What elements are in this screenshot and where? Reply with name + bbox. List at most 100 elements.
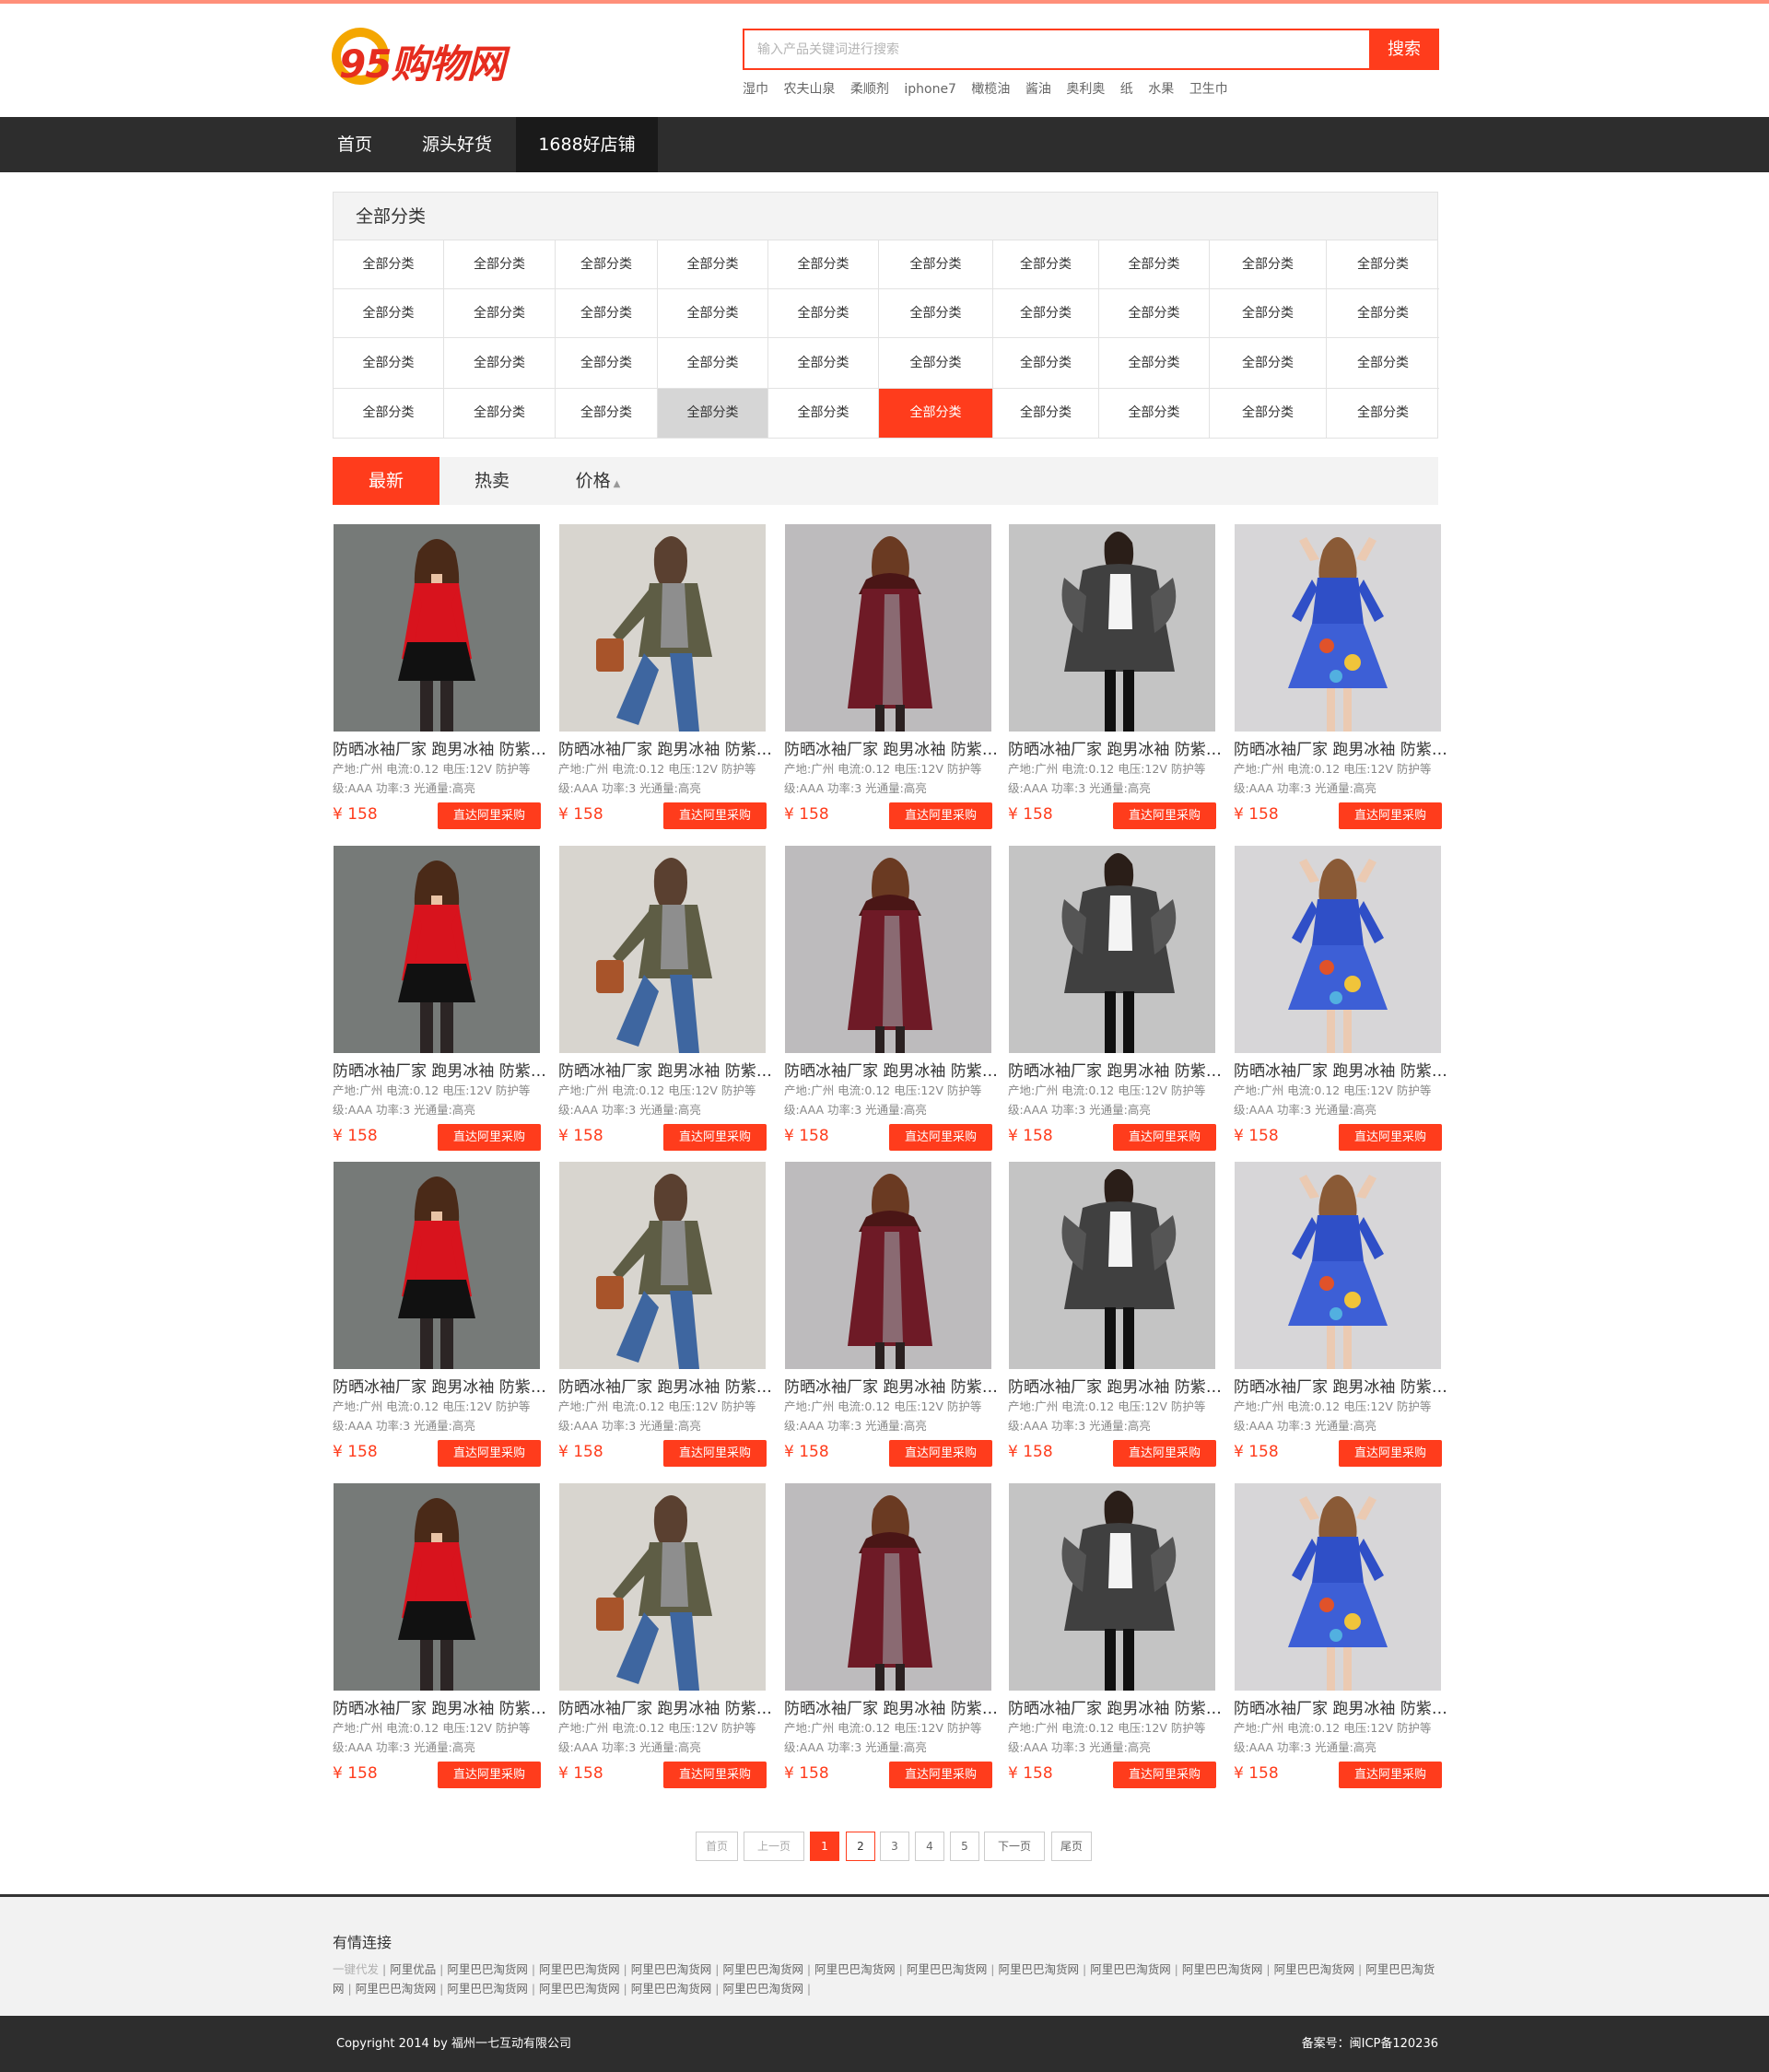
category-cell[interactable]: 全部分类 — [768, 289, 879, 338]
category-cell[interactable]: 全部分类 — [993, 240, 1099, 289]
sort-hot-tab[interactable]: 热卖 — [439, 457, 545, 505]
hot-keyword[interactable]: 橄榄油 — [971, 82, 1010, 97]
hot-keyword[interactable]: 农夫山泉 — [783, 82, 835, 97]
site-logo[interactable]: 95购物网 — [332, 24, 521, 88]
friend-link[interactable]: 阿里巴巴淘货网 — [447, 1982, 528, 1996]
friend-link[interactable]: 阿里巴巴淘货网 — [539, 1962, 620, 1976]
product-image[interactable] — [334, 524, 540, 732]
category-cell[interactable]: 全部分类 — [444, 240, 556, 289]
friend-link[interactable]: 阿里巴巴淘货网 — [722, 1982, 803, 1996]
buy-on-1688-button[interactable]: 直达阿里采购 — [889, 1124, 992, 1151]
product-card[interactable]: 防晒冰袖厂家 跑男冰袖 防紫外线冰袖产地:广州 电流:0.12 电压:12V 防… — [1008, 1483, 1222, 1791]
category-cell[interactable]: 全部分类 — [556, 289, 658, 338]
category-cell[interactable]: 全部分类 — [334, 240, 444, 289]
product-image[interactable] — [559, 524, 766, 732]
category-cell[interactable]: 全部分类 — [1099, 389, 1210, 438]
product-title[interactable]: 防晒冰袖厂家 跑男冰袖 防紫外线冰袖 — [1008, 1058, 1222, 1081]
product-title[interactable]: 防晒冰袖厂家 跑男冰袖 防紫外线冰袖 — [333, 1695, 546, 1718]
product-image[interactable] — [559, 846, 766, 1053]
nav-item-home[interactable]: 首页 — [333, 117, 377, 172]
buy-on-1688-button[interactable]: 直达阿里采购 — [438, 1124, 541, 1151]
product-title[interactable]: 防晒冰袖厂家 跑男冰袖 防紫外线冰袖 — [784, 736, 998, 759]
page-number-3[interactable]: 3 — [880, 1832, 909, 1861]
product-title[interactable]: 防晒冰袖厂家 跑男冰袖 防紫外线冰袖 — [1234, 1058, 1447, 1081]
product-title[interactable]: 防晒冰袖厂家 跑男冰袖 防紫外线冰袖 — [784, 1695, 998, 1718]
friend-link[interactable]: 阿里巴巴淘货网 — [1182, 1962, 1263, 1976]
category-cell[interactable]: 全部分类 — [1210, 289, 1327, 338]
product-card[interactable]: 防晒冰袖厂家 跑男冰袖 防紫外线冰袖产地:广州 电流:0.12 电压:12V 防… — [558, 524, 772, 832]
category-cell[interactable]: 全部分类 — [879, 240, 993, 289]
product-image[interactable] — [1009, 524, 1215, 732]
page-number-4[interactable]: 4 — [915, 1832, 944, 1861]
hot-keyword[interactable]: 湿巾 — [743, 82, 768, 97]
category-cell[interactable]: 全部分类 — [556, 240, 658, 289]
category-cell[interactable]: 全部分类 — [1210, 389, 1327, 438]
product-card[interactable]: 防晒冰袖厂家 跑男冰袖 防紫外线冰袖产地:广州 电流:0.12 电压:12V 防… — [1008, 524, 1222, 832]
nav-item-1688-shops[interactable]: 1688好店铺 — [516, 117, 658, 172]
category-cell[interactable]: 全部分类 — [879, 389, 993, 438]
page-prev-button[interactable]: 上一页 — [744, 1832, 804, 1861]
category-cell[interactable]: 全部分类 — [1327, 289, 1439, 338]
friend-link[interactable]: 阿里优品 — [390, 1962, 436, 1976]
category-cell[interactable]: 全部分类 — [334, 338, 444, 389]
product-image[interactable] — [1009, 1483, 1215, 1691]
product-image[interactable] — [1235, 524, 1441, 732]
page-next-button[interactable]: 下一页 — [984, 1832, 1045, 1861]
friend-link[interactable]: 阿里巴巴淘货网 — [539, 1982, 620, 1996]
friend-link[interactable]: 阿里巴巴淘货网 — [1274, 1962, 1355, 1976]
product-image[interactable] — [1235, 1162, 1441, 1369]
buy-on-1688-button[interactable]: 直达阿里采购 — [1339, 1124, 1442, 1151]
friend-link[interactable]: 一键代发 — [333, 1962, 379, 1976]
page-number-2[interactable]: 2 — [846, 1832, 875, 1861]
product-card[interactable]: 防晒冰袖厂家 跑男冰袖 防紫外线冰袖产地:广州 电流:0.12 电压:12V 防… — [333, 1162, 546, 1469]
category-cell[interactable]: 全部分类 — [658, 338, 768, 389]
category-cell[interactable]: 全部分类 — [1099, 240, 1210, 289]
product-title[interactable]: 防晒冰袖厂家 跑男冰袖 防紫外线冰袖 — [333, 1058, 546, 1081]
buy-on-1688-button[interactable]: 直达阿里采购 — [663, 1762, 767, 1788]
product-card[interactable]: 防晒冰袖厂家 跑男冰袖 防紫外线冰袖产地:广州 电流:0.12 电压:12V 防… — [558, 1483, 772, 1791]
product-title[interactable]: 防晒冰袖厂家 跑男冰袖 防紫外线冰袖 — [1008, 736, 1222, 759]
buy-on-1688-button[interactable]: 直达阿里采购 — [1339, 802, 1442, 829]
product-card[interactable]: 防晒冰袖厂家 跑男冰袖 防紫外线冰袖产地:广州 电流:0.12 电压:12V 防… — [333, 524, 546, 832]
category-cell[interactable]: 全部分类 — [993, 289, 1099, 338]
hot-keyword[interactable]: 卫生巾 — [1189, 82, 1228, 97]
category-cell[interactable]: 全部分类 — [1210, 240, 1327, 289]
product-title[interactable]: 防晒冰袖厂家 跑男冰袖 防紫外线冰袖 — [784, 1058, 998, 1081]
category-cell[interactable]: 全部分类 — [556, 338, 658, 389]
page-number-5[interactable]: 5 — [950, 1832, 979, 1861]
product-card[interactable]: 防晒冰袖厂家 跑男冰袖 防紫外线冰袖产地:广州 电流:0.12 电压:12V 防… — [1234, 1162, 1447, 1469]
category-cell[interactable]: 全部分类 — [768, 240, 879, 289]
category-cell[interactable]: 全部分类 — [658, 289, 768, 338]
friend-link[interactable]: 阿里巴巴淘货网 — [631, 1982, 712, 1996]
page-first-button[interactable]: 首页 — [696, 1832, 738, 1861]
friend-link[interactable]: 阿里巴巴淘货网 — [631, 1962, 712, 1976]
category-cell[interactable]: 全部分类 — [444, 338, 556, 389]
product-title[interactable]: 防晒冰袖厂家 跑男冰袖 防紫外线冰袖 — [558, 1058, 772, 1081]
friend-link[interactable]: 阿里巴巴淘货网 — [814, 1962, 896, 1976]
product-title[interactable]: 防晒冰袖厂家 跑男冰袖 防紫外线冰袖 — [1234, 1695, 1447, 1718]
hot-keyword[interactable]: 纸 — [1120, 82, 1133, 97]
product-title[interactable]: 防晒冰袖厂家 跑男冰袖 防紫外线冰袖 — [558, 736, 772, 759]
category-cell[interactable]: 全部分类 — [879, 289, 993, 338]
friend-link[interactable]: 阿里巴巴淘货网 — [356, 1982, 437, 1996]
friend-link[interactable]: 阿里巴巴淘货网 — [1090, 1962, 1171, 1976]
category-cell[interactable]: 全部分类 — [1099, 289, 1210, 338]
product-image[interactable] — [1009, 846, 1215, 1053]
category-cell[interactable]: 全部分类 — [1099, 338, 1210, 389]
buy-on-1688-button[interactable]: 直达阿里采购 — [889, 1762, 992, 1788]
product-card[interactable]: 防晒冰袖厂家 跑男冰袖 防紫外线冰袖产地:广州 电流:0.12 电压:12V 防… — [1234, 846, 1447, 1153]
product-card[interactable]: 防晒冰袖厂家 跑男冰袖 防紫外线冰袖产地:广州 电流:0.12 电压:12V 防… — [333, 1483, 546, 1791]
hot-keyword[interactable]: 柔顺剂 — [850, 82, 889, 97]
friend-link[interactable]: 阿里巴巴淘货网 — [999, 1962, 1080, 1976]
buy-on-1688-button[interactable]: 直达阿里采购 — [438, 802, 541, 829]
hot-keyword[interactable]: 酱油 — [1025, 82, 1051, 97]
product-title[interactable]: 防晒冰袖厂家 跑男冰袖 防紫外线冰袖 — [333, 1374, 546, 1397]
product-image[interactable] — [785, 1162, 991, 1369]
buy-on-1688-button[interactable]: 直达阿里采购 — [663, 1124, 767, 1151]
buy-on-1688-button[interactable]: 直达阿里采购 — [1113, 1124, 1216, 1151]
buy-on-1688-button[interactable]: 直达阿里采购 — [438, 1440, 541, 1467]
buy-on-1688-button[interactable]: 直达阿里采购 — [1113, 1762, 1216, 1788]
category-cell[interactable]: 全部分类 — [444, 389, 556, 438]
category-cell[interactable]: 全部分类 — [879, 338, 993, 389]
product-image[interactable] — [1235, 1483, 1441, 1691]
